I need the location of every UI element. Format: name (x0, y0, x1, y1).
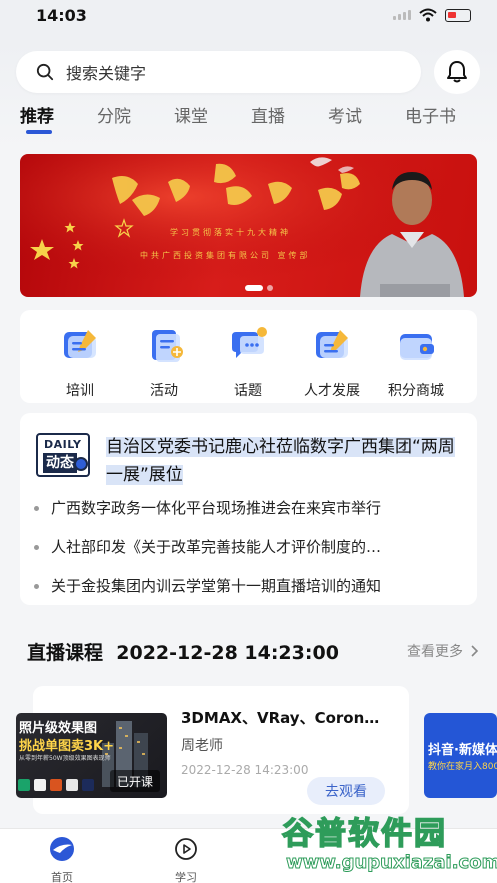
quick-item-talent[interactable]: 人才发展 (292, 322, 372, 400)
talent-icon (316, 330, 348, 358)
course-thumbnail[interactable]: 照片级效果图 挑战单图卖3K+ 从零到年薪50W顶级效果图表现师 已开课 (16, 713, 167, 798)
nav-study[interactable]: 学习 (156, 835, 216, 883)
points-mall-icon (400, 334, 434, 360)
news-item[interactable]: 人社部印发《关于改革完善技能人才评价制度的… (34, 536, 381, 557)
course-teacher: 周老师 (181, 738, 223, 754)
search-input[interactable]: 搜索关键字 (16, 51, 421, 93)
category-tabs: 推荐 分院 课堂 直播 考试 电子书 (0, 102, 497, 138)
tab-classroom[interactable]: 课堂 (174, 102, 208, 127)
quick-label: 人才发展 (304, 383, 360, 399)
topic-icon (232, 327, 267, 358)
quick-label: 话题 (234, 383, 262, 399)
tab-ebook[interactable]: 电子书 (405, 102, 456, 127)
quick-item-topic[interactable]: 话题 (208, 322, 288, 400)
course-status-badge: 已开课 (110, 770, 160, 792)
banner-line2: 中共广西投资集团有限公司 宣传部 (140, 250, 311, 260)
search-icon (36, 63, 54, 81)
tab-branch[interactable]: 分院 (97, 102, 131, 127)
quick-label: 活动 (150, 383, 178, 399)
quick-label: 积分商城 (388, 383, 444, 399)
play-circle-icon (175, 838, 197, 860)
quick-label: 培训 (66, 383, 94, 399)
watermark: 谷普软件园 www.gupuxiazai.com (281, 815, 497, 873)
banner-image: 学习贯彻落实十九大精神 中共广西投资集团有限公司 宣传部 (20, 154, 477, 297)
status-time: 14:03 (36, 6, 87, 25)
status-bar: 14:03 (0, 0, 497, 40)
tab-live[interactable]: 直播 (251, 102, 285, 127)
news-headline[interactable]: 自治区党委书记鹿心社莅临数字广西集团“两周一展”展位 (106, 433, 466, 489)
wifi-icon (419, 8, 437, 22)
quick-item-activity[interactable]: 活动 (124, 322, 204, 400)
home-logo-icon (50, 837, 74, 861)
quick-item-training[interactable]: 培训 (40, 322, 120, 400)
quick-actions: 培训 活动 话题 人才发展 积分商城 (20, 310, 477, 403)
quick-item-points-mall[interactable]: 积分商城 (376, 322, 456, 400)
activity-icon (152, 330, 183, 362)
bell-icon (447, 61, 467, 83)
status-icons (393, 8, 471, 22)
notification-button[interactable] (434, 50, 480, 94)
training-icon (64, 330, 96, 358)
banner-carousel[interactable]: 学习贯彻落实十九大精神 中共广西投资集团有限公司 宣传部 (20, 154, 477, 297)
nav-home[interactable]: 首页 (32, 835, 92, 883)
battery-icon (445, 8, 471, 22)
tab-recommend[interactable]: 推荐 (20, 102, 54, 127)
news-item[interactable]: 关于金投集团内训云学堂第十一期直播培训的通知 (34, 575, 381, 596)
chevron-right-icon (471, 645, 479, 657)
course-name: 3DMAX、VRay、Coron… (181, 709, 380, 727)
tab-exam[interactable]: 考试 (328, 102, 362, 127)
search-placeholder: 搜索关键字 (66, 64, 147, 83)
see-more-link[interactable]: 查看更多 (407, 641, 479, 661)
news-item[interactable]: 广西数字政务一体化平台现场推进会在来宾市举行 (34, 497, 381, 518)
tab-indicator (26, 130, 52, 134)
news-card: DAILY 动态 自治区党委书记鹿心社莅临数字广西集团“两周一展”展位 广西数字… (20, 413, 477, 605)
next-course-card[interactable]: 抖音·新媒体 教你在家月入8000 (424, 713, 497, 798)
watch-button[interactable]: 去观看 (307, 777, 385, 805)
signal-icon (393, 10, 411, 20)
live-section-title: 直播课程 2022-12-28 14:23:00 (27, 642, 339, 664)
carousel-dots (245, 285, 273, 291)
daily-news-logo: DAILY 动态 (36, 433, 90, 477)
banner-line1: 学习贯彻落实十九大精神 (170, 227, 291, 237)
course-time: 2022-12-28 14:23:00 (181, 763, 309, 777)
